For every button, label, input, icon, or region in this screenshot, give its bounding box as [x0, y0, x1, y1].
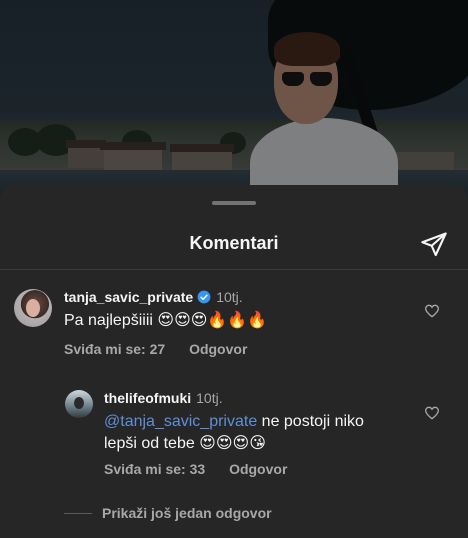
reply-text: @tanja_savic_private ne postoji niko lep…	[104, 411, 364, 455]
verified-badge-icon	[197, 290, 211, 304]
more-replies-line	[64, 513, 92, 514]
reply-meta: Sviđa mi se: 33 Odgovor	[104, 461, 307, 477]
comment-username[interactable]: tanja_savic_private	[64, 289, 193, 305]
divider	[0, 269, 468, 270]
reply-time: 10tj.	[196, 390, 223, 406]
heart-icon[interactable]	[424, 405, 440, 421]
mention-link[interactable]: @tanja_savic_private	[104, 413, 257, 430]
comment-header: tanja_savic_private 10tj.	[64, 289, 243, 305]
reply-header: thelifeofmuki 10tj.	[104, 390, 223, 406]
reply-button[interactable]: Odgovor	[189, 341, 247, 357]
sheet-title: Komentari	[189, 233, 279, 253]
reply-likes[interactable]: Sviđa mi se: 33	[104, 461, 205, 477]
avatar[interactable]	[14, 289, 52, 327]
comment-time: 10tj.	[216, 289, 243, 305]
comment-text: Pa najlepšiiii 😍😍😍🔥🔥🔥	[64, 312, 268, 329]
avatar[interactable]	[65, 390, 93, 418]
reply-text-line1: ne postoji niko	[257, 413, 364, 430]
reply-button[interactable]: Odgovor	[229, 461, 287, 477]
heart-icon[interactable]	[424, 303, 440, 319]
reply-username[interactable]: thelifeofmuki	[104, 390, 191, 406]
comments-sheet: Komentari tanja_savic_private 10tj. Pa n…	[0, 185, 468, 538]
paper-plane-icon[interactable]	[420, 230, 448, 258]
more-replies-button[interactable]: Prikaži još jedan odgovor	[102, 505, 272, 521]
reply-text-line2: lepši od tebe 😍😍😍😘	[104, 435, 266, 452]
comment-meta: Sviđa mi se: 27 Odgovor	[64, 341, 267, 357]
drag-handle[interactable]	[212, 201, 256, 205]
background-photo	[0, 0, 468, 200]
comment-likes[interactable]: Sviđa mi se: 27	[64, 341, 165, 357]
